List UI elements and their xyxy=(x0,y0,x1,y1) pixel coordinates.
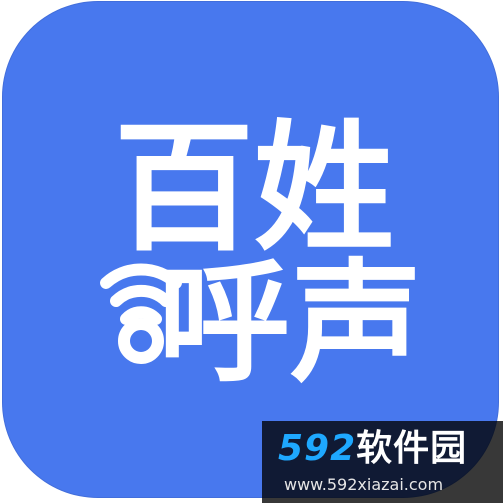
watermark-name: 软件园 xyxy=(356,428,468,469)
watermark-url: www.592xiazai.com xyxy=(284,475,444,494)
watermark-digits: 592 xyxy=(278,428,357,469)
page: 百姓 呼声 592软件园 www.592xiazai.com xyxy=(0,0,503,503)
app-logo-line2: 呼声 xyxy=(158,247,422,401)
watermark: 592软件园 www.592xiazai.com xyxy=(262,421,503,503)
watermark-brand: 592软件园 xyxy=(278,427,467,471)
